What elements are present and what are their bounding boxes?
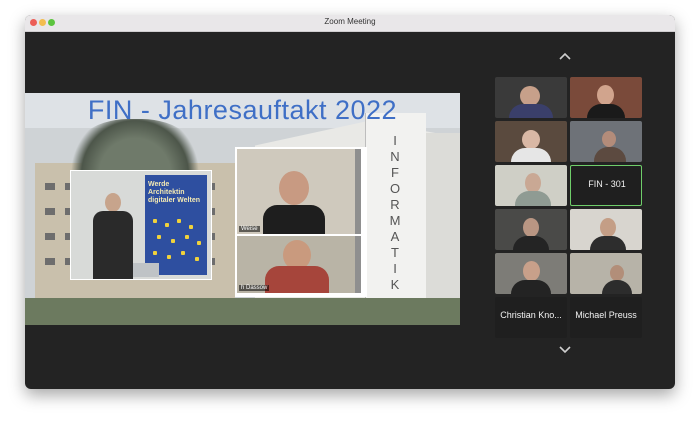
participant-tile[interactable]: [495, 165, 567, 206]
presenter-video: Werde Architektin digitaler Welten: [70, 170, 212, 280]
participant-tile-michael[interactable]: Michael Preuss: [570, 297, 642, 338]
zoom-window: Zoom Meeting I N F O R M A T I K FIN - J…: [25, 15, 675, 389]
participant-tile[interactable]: [495, 209, 567, 250]
participant-tile[interactable]: [495, 121, 567, 162]
window-title: Zoom Meeting: [324, 17, 376, 26]
slide-title: FIN - Jahresauftakt 2022: [87, 95, 398, 125]
building-lettering: I N F O R M A T I K: [389, 133, 401, 292]
gallery-tile: Weise: [237, 149, 361, 234]
participant-tile[interactable]: [570, 121, 642, 162]
participant-tile[interactable]: [495, 77, 567, 118]
poster: Werde Architektin digitaler Welten: [145, 175, 207, 275]
presenter: [93, 193, 133, 279]
title-bar: Zoom Meeting: [25, 15, 675, 32]
ground: [25, 298, 460, 325]
participant-tile[interactable]: [570, 253, 642, 294]
participant-name: Michael Preuss: [575, 310, 637, 320]
gallery-tile: h Dassow: [237, 236, 361, 293]
participant-grid: FIN - 301 Christian Kno... Michael Preus…: [495, 77, 645, 338]
building-side: [425, 133, 460, 325]
participant-tile-christian[interactable]: Christian Kno...: [495, 297, 567, 338]
participant-tile-fin-301[interactable]: FIN - 301: [570, 165, 642, 206]
chevron-down-icon[interactable]: [559, 343, 571, 355]
participant-name: Christian Kno...: [500, 310, 562, 320]
participant-name: FIN - 301: [588, 179, 626, 189]
participant-tile[interactable]: [570, 209, 642, 250]
laptop: [133, 263, 159, 277]
participant-tile[interactable]: [495, 253, 567, 294]
gallery-name: h Dassow: [239, 285, 270, 291]
gallery-name: Weise: [239, 226, 260, 232]
shared-gallery: Weise h Dassow: [235, 147, 367, 297]
chevron-up-icon[interactable]: [559, 51, 571, 63]
shared-screen[interactable]: I N F O R M A T I K fin FIN - Jahresauft…: [25, 93, 460, 325]
participant-tile[interactable]: [570, 77, 642, 118]
